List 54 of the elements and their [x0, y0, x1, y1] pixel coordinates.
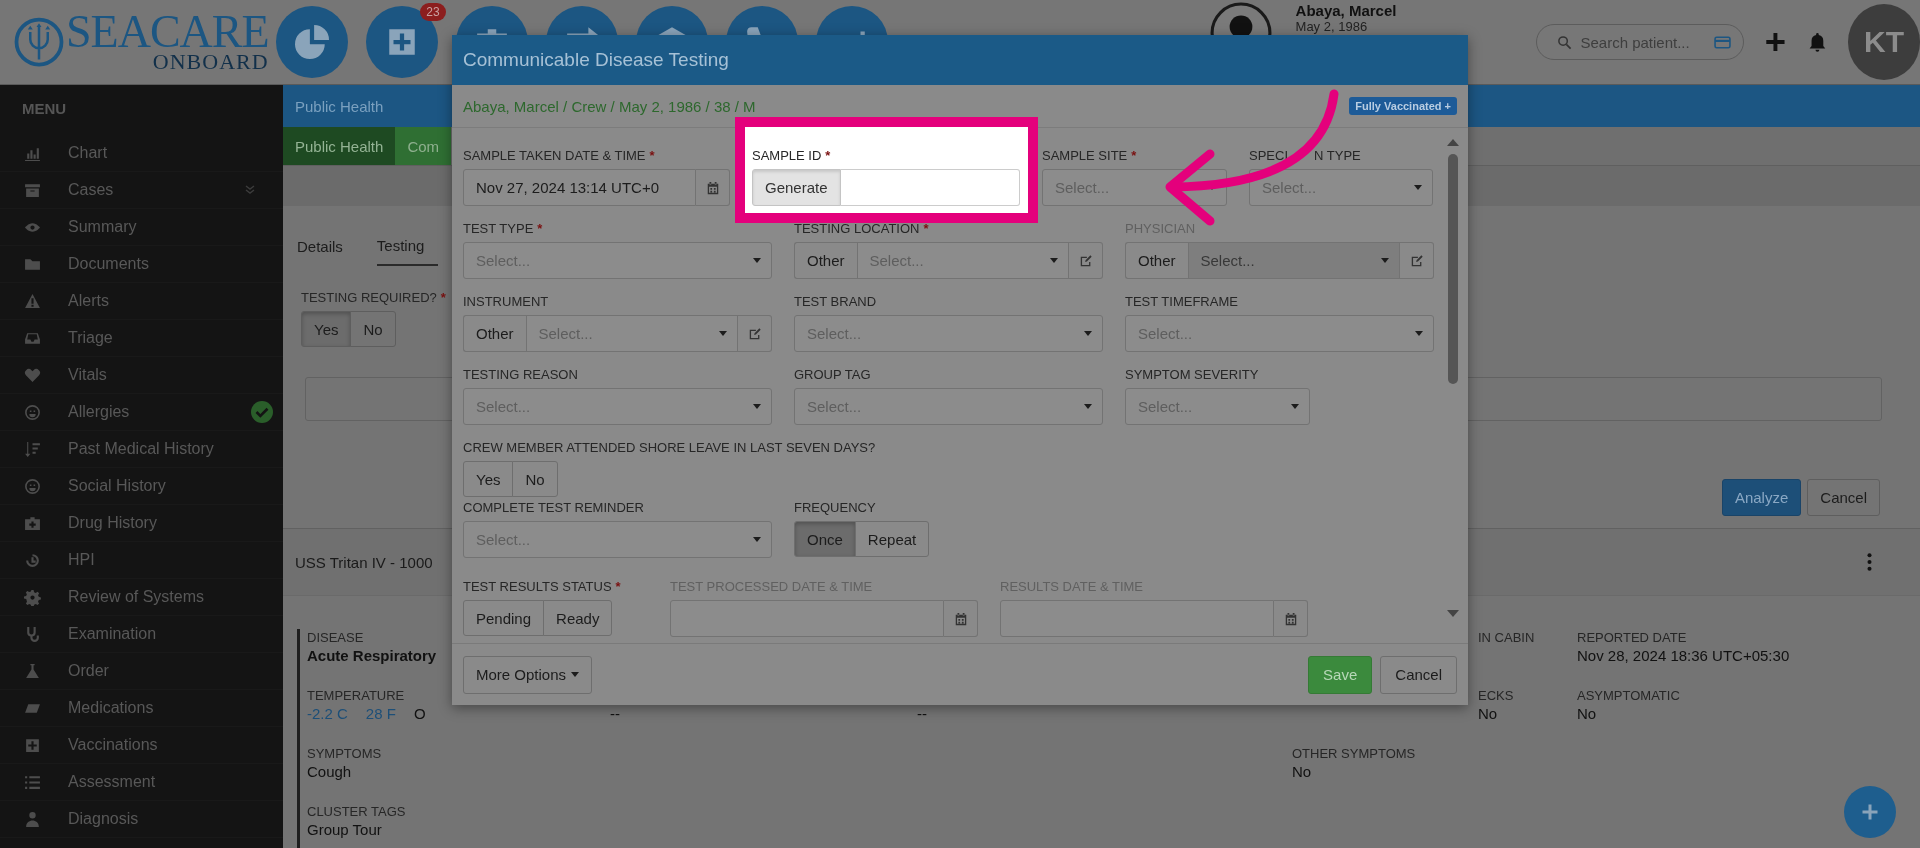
required-mark: *	[1131, 148, 1137, 163]
detail-value: --	[610, 704, 620, 724]
field-label: TEST BRAND	[794, 294, 877, 309]
field-label: TESTING REASON	[463, 367, 578, 382]
detail-label: SYMPTOMS	[307, 745, 382, 762]
detail-label: ASYMPTOMATIC	[1577, 687, 1680, 704]
logo-wordmark: SEACARE	[66, 12, 269, 52]
detail-value: Acute Respiratory	[307, 646, 437, 666]
field-label: N TYPE	[1314, 148, 1361, 163]
dialog-title: Communicable Disease Testing	[463, 49, 729, 71]
detail-label: IN CABIN	[1478, 629, 1535, 646]
required-mark: *	[825, 148, 831, 163]
notification-badge: 23	[420, 3, 446, 21]
detail-value: No	[1577, 704, 1597, 724]
detail-label: REPORTED DATE	[1577, 629, 1687, 646]
menu-title: MENU	[21, 99, 68, 119]
field-label: GROUP TAG	[794, 367, 871, 382]
required-mark: *	[649, 148, 655, 163]
detail-value: O	[413, 704, 426, 724]
detail-label: CLUSTER TAGS	[307, 803, 406, 820]
patient-name: Abaya, Marcel	[1295, 2, 1397, 19]
field-label: TESTING REQUIRED?	[301, 290, 437, 305]
detail-label: TEMPERATURE	[307, 687, 405, 704]
field-label: FREQUENCY	[794, 500, 876, 515]
detail-label: OTHER SYMPTOMS	[1292, 745, 1416, 762]
field-label: SYMPTOM SEVERITY	[1125, 367, 1259, 382]
detail-label: ECKS	[1478, 687, 1514, 704]
field-label: TEST TYPE	[463, 221, 534, 236]
logo-subtitle: ONBOARD	[152, 52, 269, 72]
field-label: SPECI	[1249, 148, 1288, 163]
field-label: TEST RESULTS STATUS	[463, 579, 612, 594]
detail-value: Group Tour	[307, 820, 382, 840]
detail-value: No	[1478, 704, 1498, 724]
required-mark: *	[615, 579, 621, 594]
field-label: INSTRUMENT	[463, 294, 549, 309]
patient-birthdate: May 2, 1986	[1295, 19, 1369, 34]
required-mark: *	[923, 221, 929, 236]
detail-value: Cough	[307, 762, 352, 782]
field-label: SAMPLE TAKEN DATE & TIME	[463, 148, 646, 163]
field-label: SAMPLE ID	[752, 148, 822, 163]
vessel-title: USS Tritan IV - 1000	[295, 553, 433, 571]
required-mark: *	[440, 290, 446, 305]
detail-value: Nov 28, 2024 18:36 UTC+05:30	[1577, 646, 1790, 666]
detail-label: DISEASE	[307, 629, 364, 646]
detail-value: --	[917, 704, 927, 724]
field-label: SAMPLE SITE	[1042, 148, 1128, 163]
field-label: TEST TIMEFRAME	[1125, 294, 1238, 309]
section-title: Public Health	[295, 97, 384, 115]
field-label: COMPLETE TEST REMINDER	[463, 500, 644, 515]
field-label: TESTING LOCATION	[794, 221, 920, 236]
patient-summary: Abaya, Marcel / Crew / May 2, 1986 / 38 / M	[463, 97, 756, 115]
required-mark: *	[537, 221, 543, 236]
detail-value: No	[1292, 762, 1312, 782]
field-label: CREW MEMBER ATTENDED SHORE LEAVE IN LAST SEVEN DAYS?	[463, 440, 876, 455]
